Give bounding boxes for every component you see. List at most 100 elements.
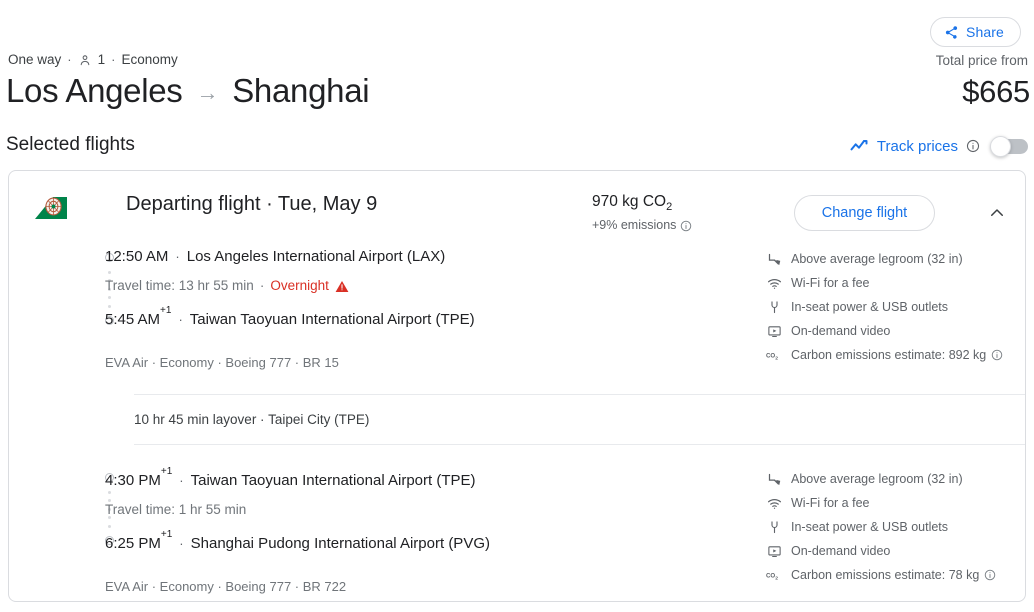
amenity-label-carbon: Carbon emissions estimate: 78 kg: [791, 568, 996, 582]
meta-separator-2: ·: [111, 52, 116, 67]
arrival-time: 5:45 AM+1: [105, 305, 172, 330]
amenity-label: Carbon emissions estimate: 78 kg: [791, 568, 980, 582]
info-icon[interactable]: [966, 139, 980, 153]
travel-time: Travel time: 1 hr 55 min: [105, 502, 247, 517]
info-icon[interactable]: [984, 569, 996, 581]
amenity-label-carbon: Carbon emissions estimate: 892 kg: [791, 348, 1003, 362]
arrival-day-offset: +1: [160, 529, 173, 540]
trending-up-icon: [849, 136, 869, 156]
departure-day-offset: +1: [160, 466, 173, 477]
row-separator: ·: [179, 536, 184, 551]
track-prices-label: Track prices: [876, 137, 958, 155]
travel-time: Travel time: 13 hr 55 min: [105, 278, 254, 293]
co2-amount-text: 970 kg CO: [592, 193, 667, 210]
segment-details: 4:30 PM+1 · Taiwan Taoyuan International…: [105, 466, 1025, 594]
amenity-label: Wi-Fi for a fee: [791, 276, 870, 290]
departing-flight-card: Departing flight · Tue, May 9 970 kg CO2…: [8, 170, 1026, 602]
amenity-label: Carbon emissions estimate: 892 kg: [791, 348, 987, 362]
svg-text:2: 2: [775, 355, 778, 361]
amenity-item: Above average legroom (32 in): [766, 247, 1025, 271]
arrow-right-icon: →: [196, 80, 219, 105]
change-flight-button[interactable]: Change flight: [794, 195, 935, 231]
segment-details: 12:50 AM · Los Angeles International Air…: [105, 247, 1025, 370]
page-title: Selected flights: [6, 134, 135, 155]
toggle-knob: [990, 135, 1011, 157]
total-price-value: $665: [962, 74, 1030, 109]
arrival-airport: Taiwan Taoyuan International Airport (TP…: [189, 311, 475, 328]
total-price-label: Total price from: [935, 53, 1028, 68]
meta-separator-1: ·: [67, 52, 72, 67]
amenity-label: On-demand video: [791, 544, 891, 558]
amenity-item: On-demand video: [766, 319, 1025, 343]
info-icon[interactable]: [991, 349, 1003, 361]
amenity-label: Above average legroom (32 in): [791, 472, 963, 486]
flight-segment: 12:50 AM · Los Angeles International Air…: [9, 247, 1025, 370]
route-title: Los Angeles → Shanghai: [6, 72, 370, 110]
amenity-item: In-seat power & USB outlets: [766, 295, 1025, 319]
svg-text:2: 2: [775, 575, 778, 581]
amenities-list: Above average legroom (32 in) Wi-Fi for …: [766, 247, 1025, 367]
legroom-icon: [766, 472, 782, 487]
flight-segment: 4:30 PM+1 · Taiwan Taoyuan International…: [9, 466, 1025, 594]
share-button[interactable]: Share: [930, 17, 1021, 47]
arrival-day-offset: +1: [160, 305, 172, 316]
co2-subscript: 2: [666, 201, 673, 214]
warning-triangle-icon: [335, 280, 349, 293]
row-separator: ·: [179, 473, 184, 488]
track-prices-toggle[interactable]: [990, 135, 1028, 157]
amenity-item: CO 2 Carbon emissions estimate: 78 kg: [766, 563, 1025, 587]
chevron-up-icon[interactable]: [983, 199, 1011, 227]
video-icon: [766, 324, 782, 339]
video-icon: [766, 544, 782, 559]
row-separator: ·: [175, 249, 180, 264]
arrival-time: 6:25 PM+1: [105, 529, 173, 554]
amenity-label: In-seat power & USB outlets: [791, 300, 949, 314]
share-button-label: Share: [966, 24, 1004, 40]
trip-type: One way: [8, 52, 62, 67]
amenity-label: Wi-Fi for a fee: [791, 496, 870, 510]
arrival-time-text: 6:25 PM: [105, 535, 161, 552]
legroom-icon: [766, 252, 782, 267]
departure-time-text: 4:30 PM: [105, 472, 161, 489]
travel-separator: ·: [259, 278, 265, 293]
amenity-item: Wi-Fi for a fee: [766, 271, 1025, 295]
trip-meta: One way · 1 · Economy: [8, 52, 178, 67]
departing-flight-heading: Departing flight · Tue, May 9: [126, 193, 378, 215]
power-plug-icon: [766, 300, 782, 315]
segment-divider-bottom: [134, 444, 1025, 445]
amenity-label: On-demand video: [791, 324, 891, 338]
eva-air-tail-logo-icon: [33, 193, 69, 223]
arrival-time-text: 5:45 AM: [105, 311, 161, 328]
wifi-icon: [766, 496, 782, 511]
amenity-item: CO 2 Carbon emissions estimate: 892 kg: [766, 343, 1025, 367]
amenity-item: Above average legroom (32 in): [766, 467, 1025, 491]
departure-time: 12:50 AM: [105, 248, 169, 265]
co2-icon: CO 2: [766, 569, 782, 581]
cabin-class: Economy: [121, 52, 178, 67]
svg-text:CO: CO: [766, 572, 775, 579]
co2-amount: 970 kg CO2: [592, 192, 692, 215]
layover-info: 10 hr 45 min layover · Taipei City (TPE): [134, 412, 370, 427]
amenity-item: On-demand video: [766, 539, 1025, 563]
share-icon: [944, 25, 959, 40]
departure-airport: Los Angeles International Airport (LAX): [186, 248, 446, 265]
co2-summary: 970 kg CO2 +9% emissions: [592, 192, 692, 233]
co2-delta: +9% emissions: [592, 217, 677, 232]
co2-icon: CO 2: [766, 349, 782, 361]
amenity-label: In-seat power & USB outlets: [791, 520, 949, 534]
overnight-label: Overnight: [270, 278, 329, 293]
amenities-list: Above average legroom (32 in) Wi-Fi for …: [766, 467, 1025, 587]
row-separator: ·: [178, 312, 183, 327]
destination-city: Shanghai: [232, 72, 370, 109]
departure-time: 4:30 PM+1: [105, 466, 173, 491]
passenger-count: 1: [97, 52, 106, 67]
departure-airport: Taiwan Taoyuan International Airport (TP…: [190, 472, 476, 489]
person-icon: [78, 53, 92, 67]
track-prices-control[interactable]: Track prices: [849, 135, 1028, 157]
origin-city: Los Angeles: [6, 72, 183, 109]
info-icon[interactable]: [680, 220, 692, 232]
amenity-label: Above average legroom (32 in): [791, 252, 963, 266]
card-header: Departing flight · Tue, May 9 970 kg CO2…: [9, 171, 1025, 243]
amenity-item: In-seat power & USB outlets: [766, 515, 1025, 539]
power-plug-icon: [766, 520, 782, 535]
